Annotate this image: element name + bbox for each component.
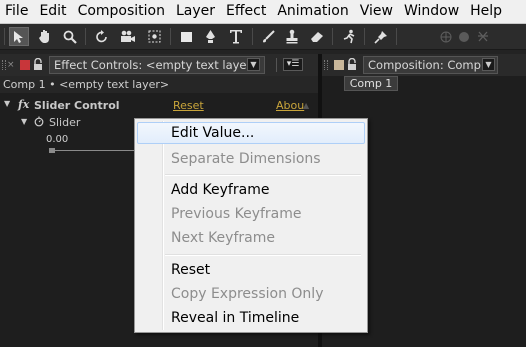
- about-link[interactable]: Abou: [276, 99, 304, 112]
- comp-color-chip: [334, 60, 344, 70]
- tab-effect-controls-label: Effect Controls: <empty text layer>: [54, 58, 261, 72]
- menu-item-add-keyframe[interactable]: Add Keyframe: [137, 179, 365, 201]
- toolbar-separator: [396, 28, 397, 45]
- scroll-up-arrow-icon[interactable]: ▲: [303, 101, 309, 110]
- breadcrumb: Comp 1 • <empty text layer>: [0, 76, 318, 93]
- context-menu: Edit Value... Separate Dimensions Add Ke…: [134, 118, 368, 333]
- menu-view[interactable]: View: [355, 0, 399, 23]
- property-name: Slider: [49, 116, 81, 129]
- menu-item-next-keyframe[interactable]: Next Keyframe: [137, 227, 365, 249]
- pan-behind-tool-icon[interactable]: [144, 27, 164, 46]
- clone-stamp-tool-icon[interactable]: [282, 27, 302, 46]
- view-axis-icon[interactable]: [477, 30, 489, 46]
- hand-tool-icon[interactable]: [35, 27, 55, 46]
- roto-brush-tool-icon[interactable]: [339, 27, 359, 46]
- effect-controls-tab-row: × Effect Controls: <empty text layer> ▼ …: [0, 54, 318, 76]
- menu-effect[interactable]: Effect: [221, 0, 272, 23]
- toolbar-separator: [252, 28, 253, 45]
- reset-link[interactable]: Reset: [173, 99, 204, 112]
- panel-grip: [2, 60, 6, 70]
- slider-value[interactable]: 0.00: [46, 134, 68, 145]
- chevron-down-icon[interactable]: ▼: [247, 58, 260, 71]
- panel-grip: [324, 60, 328, 70]
- toolbar-separator: [170, 28, 171, 45]
- menu-item-reveal-in-timeline[interactable]: Reveal in Timeline: [137, 307, 365, 329]
- rotate-tool-icon[interactable]: [92, 27, 112, 46]
- panel-color-chip: [20, 60, 30, 70]
- zoom-tool-icon[interactable]: [60, 27, 80, 46]
- slider-handle[interactable]: [49, 148, 55, 153]
- puppet-pin-tool-icon[interactable]: [371, 27, 391, 46]
- world-axis-icon[interactable]: [459, 32, 469, 42]
- pen-tool-icon[interactable]: [200, 27, 220, 46]
- chevron-down-icon[interactable]: ▼: [482, 58, 495, 71]
- composition-tab-row: Composition: Comp 1 ▼: [322, 54, 526, 76]
- menu-item-separate-dimensions[interactable]: Separate Dimensions: [137, 148, 365, 170]
- expand-triangle-icon[interactable]: ▼: [21, 117, 27, 126]
- slider-track[interactable]: [52, 150, 136, 151]
- lock-icon[interactable]: [347, 57, 357, 71]
- tools-panel: [0, 24, 526, 50]
- menu-window[interactable]: Window: [399, 0, 465, 23]
- menu-item-edit-value[interactable]: Edit Value...: [137, 122, 365, 144]
- tab-effect-controls[interactable]: Effect Controls: <empty text layer> ▼: [49, 56, 265, 74]
- menu-composition[interactable]: Composition: [73, 0, 171, 23]
- toolbar-separator: [332, 28, 333, 45]
- toolbar-separator: [85, 28, 86, 45]
- type-tool-icon[interactable]: [226, 27, 246, 46]
- menu-item-previous-keyframe[interactable]: Previous Keyframe: [137, 203, 365, 225]
- menu-separator: [165, 174, 361, 176]
- menu-animation[interactable]: Animation: [272, 0, 354, 23]
- expand-triangle-icon[interactable]: ▼: [4, 99, 10, 108]
- comp-tab[interactable]: Comp 1: [344, 76, 398, 91]
- tab-composition[interactable]: Composition: Comp 1 ▼: [363, 56, 498, 74]
- menu-separator: [165, 254, 361, 256]
- lock-icon[interactable]: [33, 57, 43, 71]
- effect-name: Slider Control: [34, 99, 120, 112]
- tab-composition-label: Composition: Comp 1: [368, 58, 492, 72]
- menu-bar: File Edit Composition Layer Effect Anima…: [0, 0, 526, 24]
- axis-mode-icon[interactable]: [440, 31, 452, 46]
- tab-separator: [276, 58, 277, 72]
- menu-item-reset[interactable]: Reset: [137, 259, 365, 281]
- rectangle-tool-icon[interactable]: [176, 27, 196, 46]
- brush-tool-icon[interactable]: [258, 27, 278, 46]
- menu-help[interactable]: Help: [465, 0, 508, 23]
- menu-item-copy-expression-only[interactable]: Copy Expression Only: [137, 283, 365, 305]
- selection-tool-icon[interactable]: [9, 27, 29, 46]
- eraser-tool-icon[interactable]: [306, 27, 326, 46]
- stopwatch-icon[interactable]: [34, 116, 44, 130]
- toolbar-grip: [4, 28, 5, 45]
- menu-file[interactable]: File: [0, 0, 34, 23]
- panel-menu-icon[interactable]: ▾☰: [283, 58, 303, 71]
- menu-layer[interactable]: Layer: [171, 0, 221, 23]
- menu-edit[interactable]: Edit: [34, 0, 72, 23]
- camera-tool-icon[interactable]: [118, 27, 138, 46]
- toolbar-separator: [364, 28, 365, 45]
- close-panel-icon[interactable]: ×: [7, 61, 15, 70]
- fx-icon[interactable]: fx: [18, 98, 29, 111]
